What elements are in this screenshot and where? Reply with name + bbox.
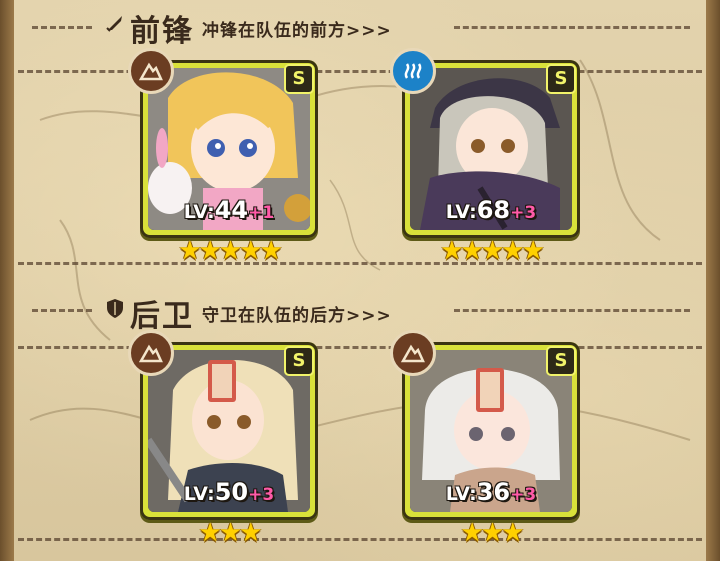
mountain-icon	[128, 330, 174, 376]
front-section-header: 前锋 冲锋在队伍的前方>>>	[14, 4, 706, 49]
header-dash-right	[454, 309, 690, 312]
header-dash-left	[32, 309, 92, 312]
back-top-divider	[18, 346, 702, 349]
star-rating: ★★★	[460, 518, 525, 548]
shield-icon	[104, 297, 126, 319]
hero-level: LV:50+3	[183, 478, 275, 506]
formation-panel: 前锋 冲锋在队伍的前方>>> 后卫 守卫在队伍的后方>>> LV:44+1 S …	[0, 0, 720, 561]
hero-level: LV:68+3	[445, 196, 537, 224]
hero-level: LV:44+1	[183, 196, 275, 224]
map-background	[29, 59, 691, 441]
hero-card[interactable]: LV:50+3 S ★★★	[128, 330, 318, 548]
back-section-header: 后卫 守卫在队伍的后方>>>	[14, 287, 706, 334]
wave-icon	[390, 48, 436, 94]
back-bottom-divider	[18, 538, 702, 541]
mountain-icon	[390, 330, 436, 376]
panel-edge-right	[706, 0, 720, 561]
star-rating: ★★★★★	[178, 236, 283, 266]
front-section-title: 前锋	[130, 14, 194, 49]
header-dash-left	[32, 26, 92, 29]
star-rating: ★★★	[198, 518, 263, 548]
rarity-badge: S	[284, 346, 314, 376]
hero-card[interactable]: LV:44+1 S ★★★★★	[128, 48, 318, 266]
hero-card[interactable]: LV:68+3 S ★★★★★	[390, 48, 580, 266]
header-dash-right	[454, 26, 690, 29]
rarity-badge: S	[546, 64, 576, 94]
front-top-divider	[18, 70, 702, 73]
panel-edge-left	[0, 0, 14, 561]
hero-level: LV:36+3	[445, 478, 537, 506]
front-bottom-divider	[18, 262, 702, 265]
back-section-subtitle: 守卫在队伍的后方>>>	[202, 306, 392, 326]
mountain-icon	[128, 48, 174, 94]
rarity-badge: S	[284, 64, 314, 94]
rarity-badge: S	[546, 346, 576, 376]
hero-card[interactable]: LV:36+3 S ★★★	[390, 330, 580, 548]
front-section-subtitle: 冲锋在队伍的前方>>>	[202, 21, 392, 41]
star-rating: ★★★★★	[440, 236, 545, 266]
back-section-title: 后卫	[130, 299, 194, 334]
dagger-icon	[104, 12, 126, 34]
